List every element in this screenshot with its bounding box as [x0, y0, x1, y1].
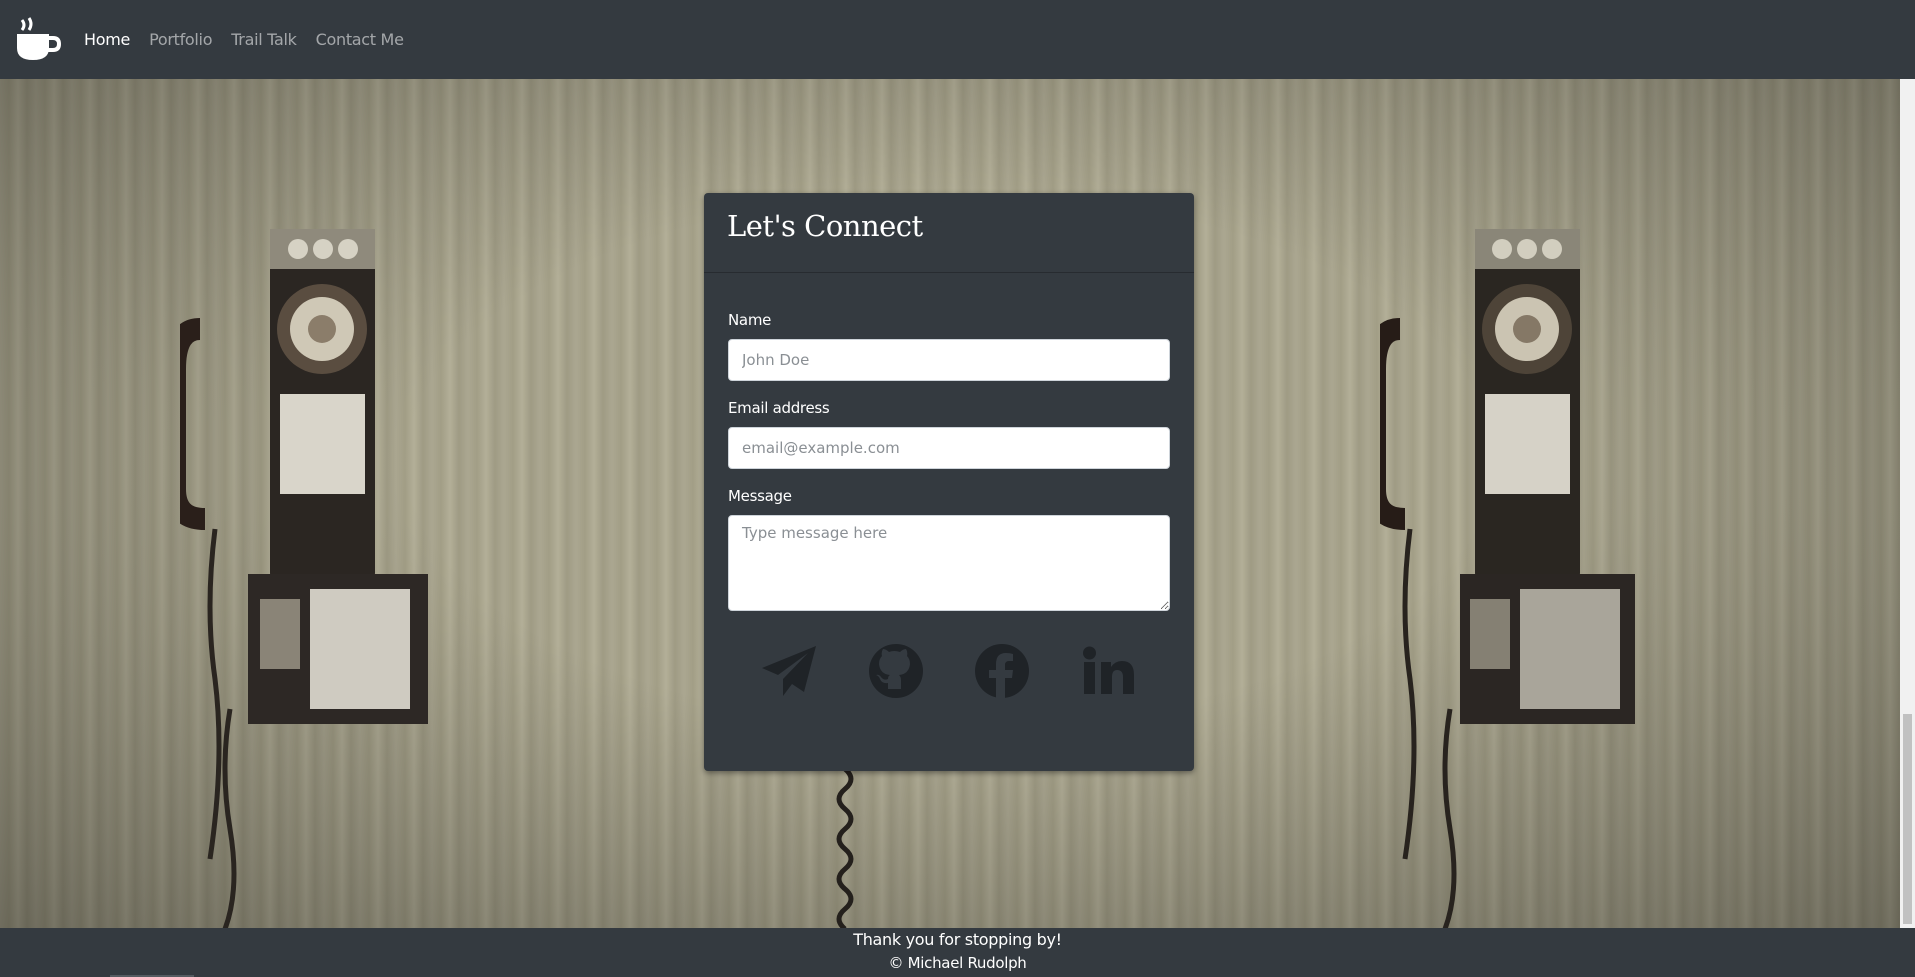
nav-links: Home Portfolio Trail Talk Contact Me: [84, 30, 404, 49]
page-scrollbar[interactable]: [1900, 79, 1915, 928]
social-links: [728, 641, 1170, 701]
paper-plane-icon[interactable]: [759, 641, 819, 701]
footer: Thank you for stopping by! © Michael Rud…: [0, 928, 1915, 977]
nav-link-contact-me[interactable]: Contact Me: [316, 30, 404, 49]
linkedin-icon[interactable]: [1079, 641, 1139, 701]
payphone-left-image: [180, 229, 428, 928]
email-label: Email address: [728, 399, 830, 417]
footer-thanks: Thank you for stopping by!: [853, 930, 1062, 949]
contact-card: Let's Connect Name Email address Message: [704, 193, 1194, 771]
navbar: Home Portfolio Trail Talk Contact Me: [0, 0, 1915, 79]
message-label: Message: [728, 487, 792, 505]
nav-link-home[interactable]: Home: [84, 30, 130, 49]
github-icon[interactable]: [866, 641, 926, 701]
facebook-icon[interactable]: [972, 641, 1032, 701]
scrollbar-thumb[interactable]: [1903, 714, 1912, 924]
name-label: Name: [728, 311, 772, 329]
nav-link-portfolio[interactable]: Portfolio: [149, 30, 212, 49]
contact-form: Name Email address Message: [704, 273, 1194, 701]
footer-copyright: © Michael Rudolph: [888, 954, 1027, 972]
phone-cord-image: [836, 769, 854, 928]
card-title: Let's Connect: [727, 209, 923, 243]
name-input[interactable]: [728, 339, 1170, 381]
payphone-right-image: [1380, 229, 1635, 928]
coffee-cup-icon[interactable]: [14, 15, 64, 65]
message-textarea[interactable]: [728, 515, 1170, 611]
email-input[interactable]: [728, 427, 1170, 469]
nav-link-trail-talk[interactable]: Trail Talk: [231, 30, 297, 49]
card-header: Let's Connect: [704, 193, 1194, 273]
